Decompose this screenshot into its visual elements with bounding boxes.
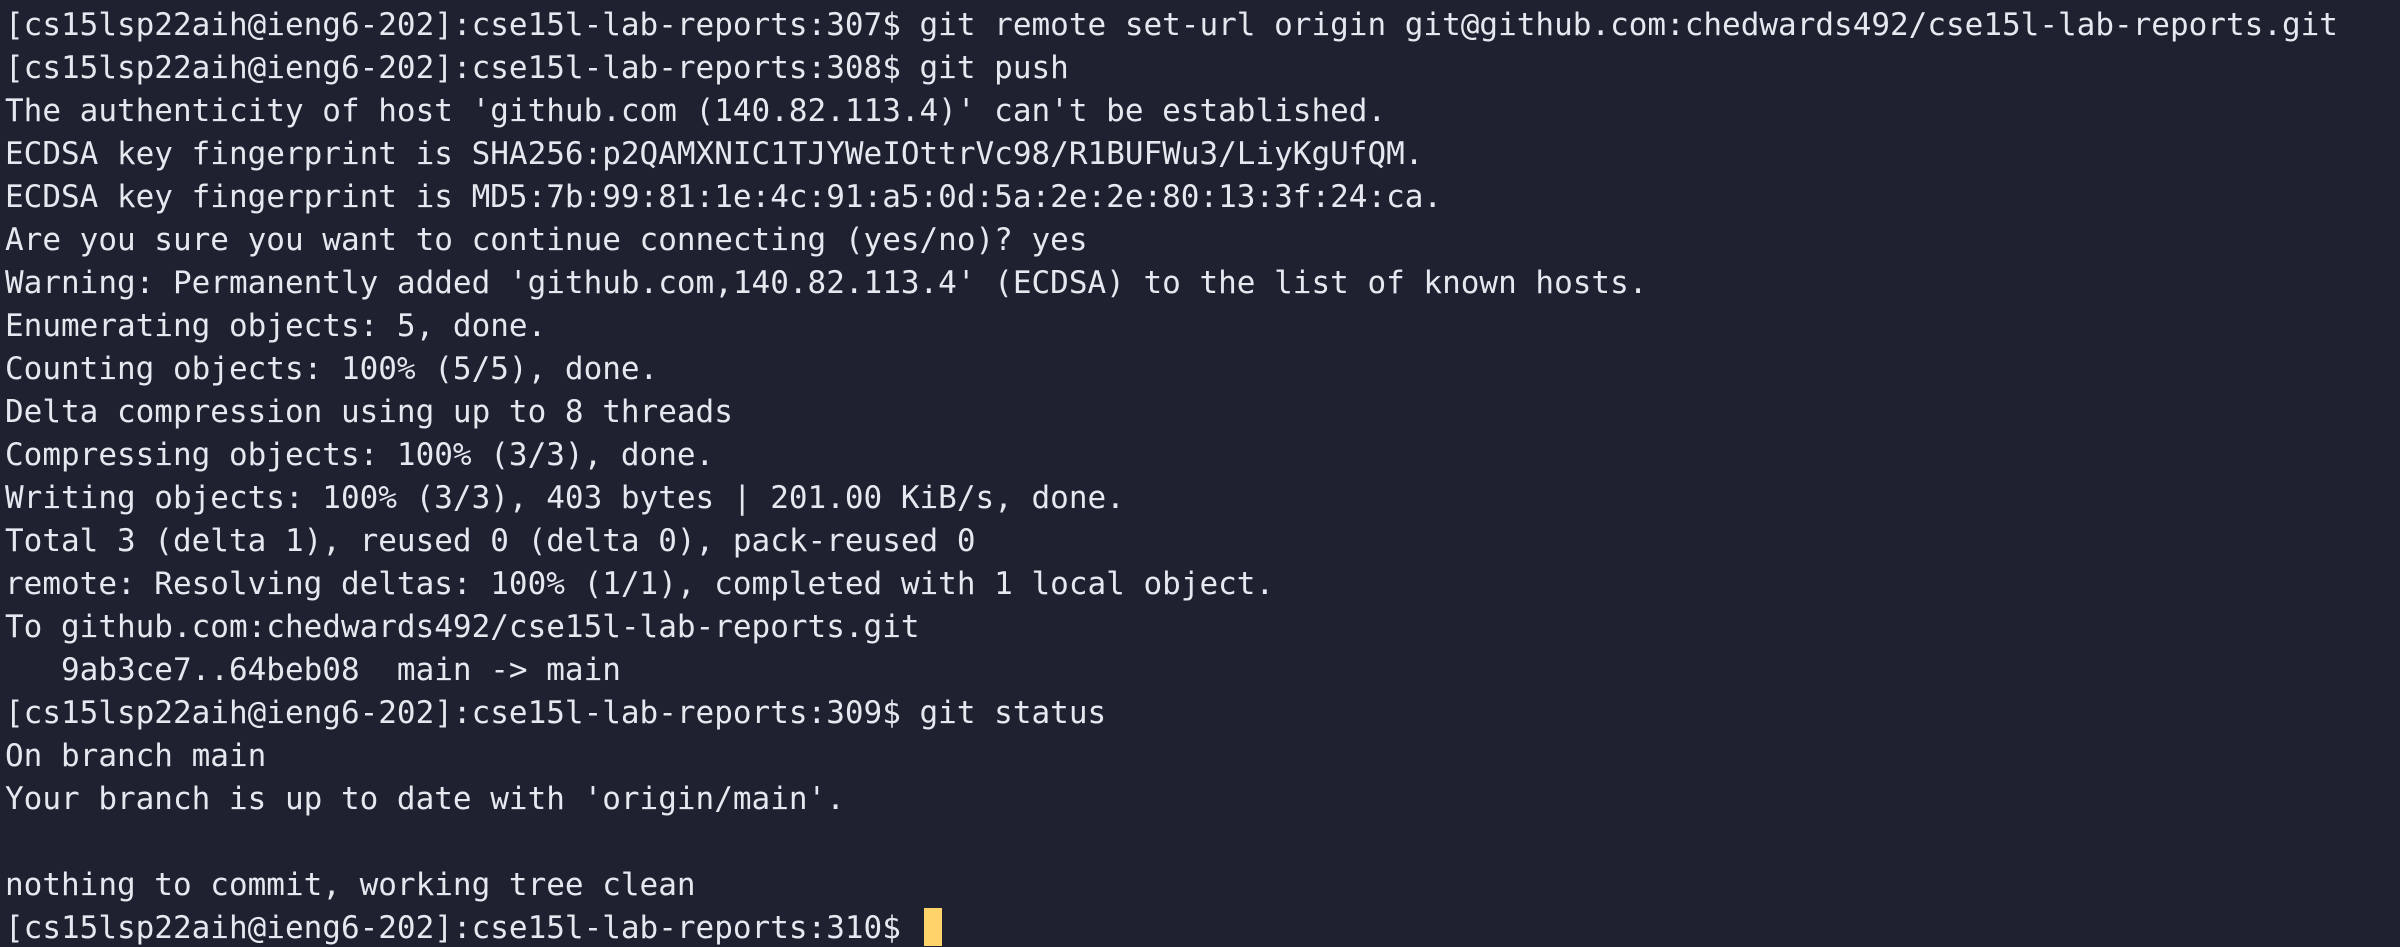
- text-cursor: [923, 908, 942, 946]
- terminal-line: Counting objects: 100% (5/5), done.: [5, 351, 659, 387]
- terminal-line: ECDSA key fingerprint is MD5:7b:99:81:1e…: [5, 179, 1443, 215]
- terminal-line: Compressing objects: 100% (3/3), done.: [5, 437, 715, 473]
- terminal-line: Your branch is up to date with 'origin/m…: [5, 781, 845, 817]
- terminal-line: [cs15lsp22aih@ieng6-202]:cse15l-lab-repo…: [5, 50, 1069, 86]
- terminal-line: 9ab3ce7..64beb08 main -> main: [5, 652, 621, 688]
- terminal-line: The authenticity of host 'github.com (14…: [5, 93, 1387, 129]
- shell-prompt: [cs15lsp22aih@ieng6-202]:cse15l-lab-repo…: [5, 910, 920, 946]
- terminal-line: [cs15lsp22aih@ieng6-202]:cse15l-lab-repo…: [5, 695, 1107, 731]
- terminal-line: remote: Resolving deltas: 100% (1/1), co…: [5, 566, 1275, 602]
- terminal-line: Writing objects: 100% (3/3), 403 bytes |…: [5, 480, 1125, 516]
- terminal-window[interactable]: [cs15lsp22aih@ieng6-202]:cse15l-lab-repo…: [0, 0, 2400, 947]
- terminal-prompt-line[interactable]: [cs15lsp22aih@ieng6-202]:cse15l-lab-repo…: [5, 907, 2400, 947]
- terminal-line: Are you sure you want to continue connec…: [5, 222, 1088, 258]
- terminal-line: Warning: Permanently added 'github.com,1…: [5, 265, 1648, 301]
- terminal-line: ECDSA key fingerprint is SHA256:p2QAMXNI…: [5, 136, 1424, 172]
- terminal-line: nothing to commit, working tree clean: [5, 867, 696, 903]
- terminal-line: On branch main: [5, 738, 267, 774]
- terminal-line: Total 3 (delta 1), reused 0 (delta 0), p…: [5, 523, 976, 559]
- terminal-line: To github.com:chedwards492/cse15l-lab-re…: [5, 609, 920, 645]
- terminal-line: Delta compression using up to 8 threads: [5, 394, 733, 430]
- terminal-line: Enumerating objects: 5, done.: [5, 308, 547, 344]
- terminal-line: [cs15lsp22aih@ieng6-202]:cse15l-lab-repo…: [5, 7, 2338, 43]
